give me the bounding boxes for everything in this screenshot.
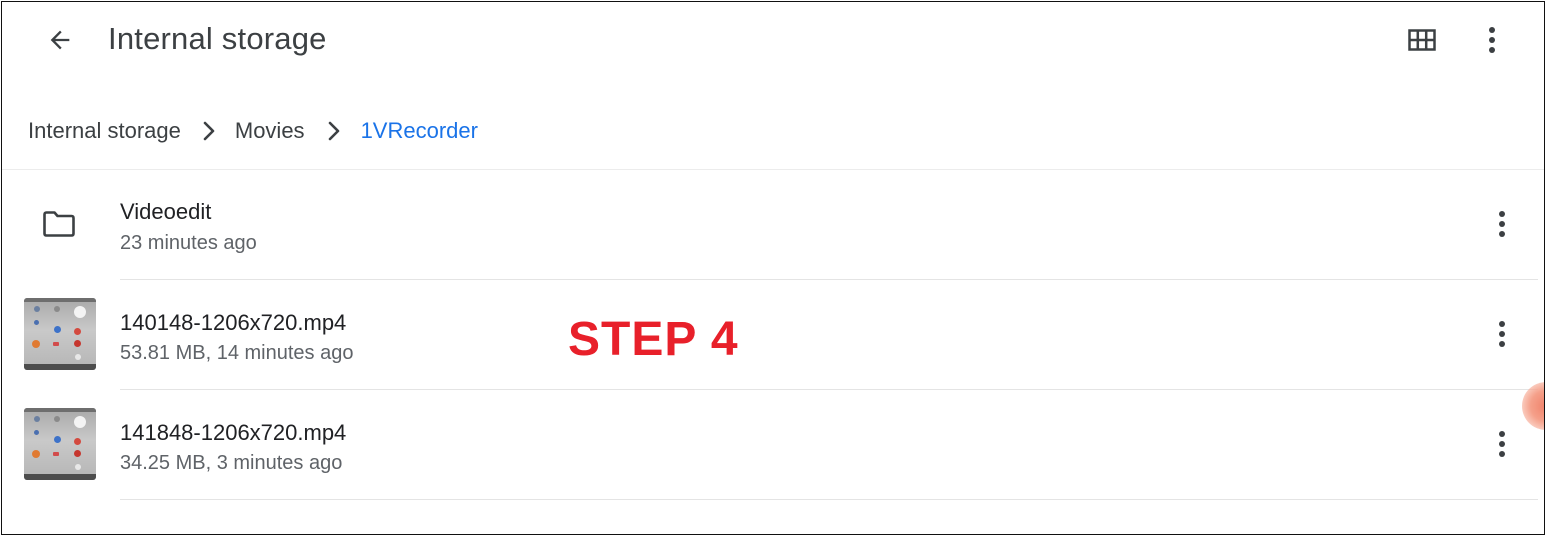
more-vert-icon <box>1489 27 1495 53</box>
item-more-button[interactable] <box>1482 204 1522 244</box>
more-vert-icon <box>1499 211 1505 237</box>
list-item-folder[interactable]: Videoedit 23 minutes ago <box>2 170 1544 280</box>
item-name: 141848-1206x720.mp4 <box>120 420 347 445</box>
video-thumbnail <box>24 408 96 480</box>
divider <box>120 499 1538 500</box>
more-vert-icon <box>1499 321 1505 347</box>
video-thumbnail <box>24 298 96 370</box>
grid-view-icon <box>1408 29 1436 51</box>
item-more-button[interactable] <box>1482 424 1522 464</box>
item-more-button[interactable] <box>1482 314 1522 354</box>
item-name: 140148-1206x720.mp4 <box>120 310 347 335</box>
file-manager-window: Internal storage Internal storage Movies <box>1 1 1545 535</box>
item-meta: 34.25 MB, 3 minutes ago <box>120 452 343 474</box>
list-item-file[interactable]: 140148-1206x720.mp4 53.81 MB, 14 minutes… <box>2 280 1544 390</box>
breadcrumb: Internal storage Movies 1VRecorder <box>28 114 478 148</box>
chevron-right-icon <box>317 119 351 143</box>
more-options-button[interactable] <box>1472 20 1512 60</box>
top-app-bar: Internal storage <box>2 2 1544 82</box>
item-name: Videoedit <box>120 199 212 224</box>
breadcrumb-item-1vrecorder[interactable]: 1VRecorder <box>361 118 478 144</box>
more-vert-icon <box>1499 431 1505 457</box>
item-meta: 53.81 MB, 14 minutes ago <box>120 342 354 364</box>
back-button[interactable] <box>40 20 80 60</box>
folder-icon <box>43 211 75 237</box>
arrow-back-icon <box>50 30 70 50</box>
page-title: Internal storage <box>108 21 327 56</box>
breadcrumb-item-movies[interactable]: Movies <box>235 118 305 144</box>
breadcrumb-item-internal-storage[interactable]: Internal storage <box>28 118 181 144</box>
step-annotation: STEP 4 <box>568 313 739 366</box>
chevron-right-icon <box>192 119 226 143</box>
item-meta: 23 minutes ago <box>120 232 257 254</box>
list-item-file[interactable]: 141848-1206x720.mp4 34.25 MB, 3 minutes … <box>2 390 1544 500</box>
grid-view-button[interactable] <box>1404 22 1440 58</box>
